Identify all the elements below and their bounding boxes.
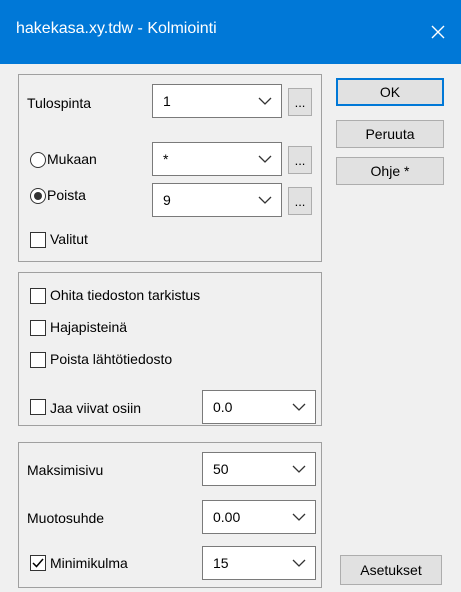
chevron-down-icon xyxy=(292,513,306,521)
mukaan-value: * xyxy=(163,151,169,167)
close-icon xyxy=(431,25,445,39)
muotosuhde-combo[interactable]: 0.00 xyxy=(202,500,316,534)
mukaan-combo[interactable]: * xyxy=(152,142,282,176)
jaa-value: 0.0 xyxy=(213,399,233,415)
tulospinta-browse-button[interactable]: ... xyxy=(288,88,312,116)
minimikulma-label[interactable]: Minimikulma xyxy=(50,555,128,571)
tulospinta-label: Tulospinta xyxy=(27,95,92,111)
maksimisivu-value: 50 xyxy=(213,461,229,477)
poista-combo[interactable]: 9 xyxy=(152,183,282,217)
minimikulma-combo[interactable]: 15 xyxy=(202,546,316,580)
poista-label[interactable]: Poista xyxy=(47,187,86,203)
chevron-down-icon xyxy=(292,559,306,567)
poista-lahto-label[interactable]: Poista lähtötiedosto xyxy=(50,351,172,367)
jaa-label[interactable]: Jaa viivat osiin xyxy=(50,400,141,416)
muotosuhde-value: 0.00 xyxy=(213,509,241,525)
mukaan-label[interactable]: Mukaan xyxy=(47,151,97,167)
minimikulma-checkbox[interactable] xyxy=(30,555,46,571)
ohita-checkbox[interactable] xyxy=(30,288,46,304)
chevron-down-icon xyxy=(258,97,272,105)
window-title: hakekasa.xy.tdw - Kolmiointi xyxy=(16,20,217,37)
poista-lahto-checkbox[interactable] xyxy=(30,352,46,368)
jaa-combo[interactable]: 0.0 xyxy=(202,390,316,424)
valitut-checkbox[interactable] xyxy=(30,232,46,248)
ellipsis-icon: ... xyxy=(294,194,306,209)
poista-browse-button[interactable]: ... xyxy=(288,187,312,215)
checkmark-icon xyxy=(32,558,44,568)
mukaan-radio[interactable] xyxy=(30,152,46,168)
title-bar: hakekasa.xy.tdw - Kolmiointi xyxy=(0,0,461,64)
valitut-label[interactable]: Valitut xyxy=(50,231,88,247)
poista-value: 9 xyxy=(163,192,171,208)
chevron-down-icon xyxy=(258,155,272,163)
settings-button[interactable]: Asetukset xyxy=(340,555,442,585)
maksimisivu-combo[interactable]: 50 xyxy=(202,452,316,486)
chevron-down-icon xyxy=(292,465,306,473)
radio-selected-dot xyxy=(34,192,42,200)
help-button[interactable]: Ohje * xyxy=(336,157,444,185)
ohita-label[interactable]: Ohita tiedoston tarkistus xyxy=(50,287,200,303)
ellipsis-icon: ... xyxy=(294,153,306,168)
close-button[interactable] xyxy=(415,0,461,64)
tulospinta-combo[interactable]: 1 xyxy=(152,84,282,118)
cancel-button[interactable]: Peruuta xyxy=(336,120,444,148)
muotosuhde-label: Muotosuhde xyxy=(27,510,105,526)
jaa-checkbox[interactable] xyxy=(30,399,46,415)
hajapisteina-checkbox[interactable] xyxy=(30,320,46,336)
chevron-down-icon xyxy=(258,196,272,204)
maksimisivu-label: Maksimisivu xyxy=(27,462,104,478)
ellipsis-icon: ... xyxy=(294,95,306,110)
chevron-down-icon xyxy=(292,403,306,411)
minimikulma-value: 15 xyxy=(213,555,229,571)
ok-button[interactable]: OK xyxy=(336,78,444,106)
hajapisteina-label[interactable]: Hajapisteinä xyxy=(50,319,127,335)
mukaan-browse-button[interactable]: ... xyxy=(288,146,312,174)
poista-radio[interactable] xyxy=(30,188,46,204)
tulospinta-value: 1 xyxy=(163,93,171,109)
